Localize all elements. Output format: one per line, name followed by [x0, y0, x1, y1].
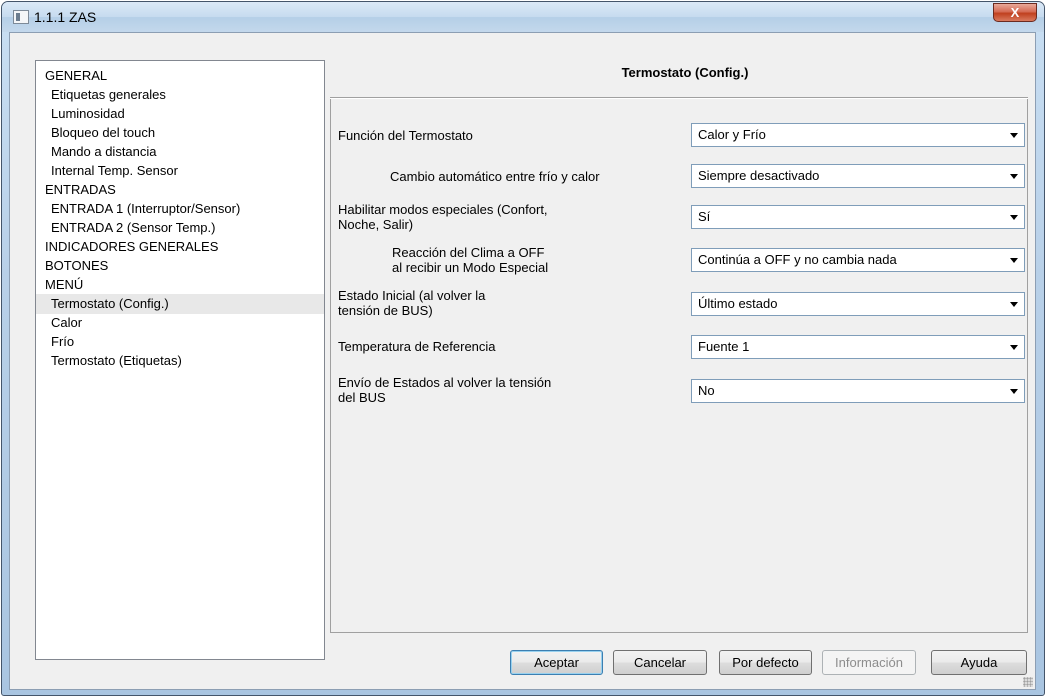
panel-title: Termostato (Config.): [621, 65, 749, 80]
param-label-envio-estados: Envío de Estados al volver la tensión de…: [338, 375, 552, 405]
select-reaccion-clima[interactable]: Continúa a OFF y no cambia nada: [691, 248, 1025, 272]
select-value: Último estado: [698, 296, 778, 311]
select-value: Continúa a OFF y no cambia nada: [698, 252, 897, 267]
select-modos-especiales[interactable]: Sí: [691, 205, 1025, 229]
help-button[interactable]: Ayuda: [931, 650, 1027, 675]
parameter-tree[interactable]: GENERAL Etiquetas generales Luminosidad …: [35, 60, 325, 660]
tree-item-entradas[interactable]: ENTRADAS: [36, 180, 324, 200]
tree-item-luminosidad[interactable]: Luminosidad: [36, 104, 324, 124]
tree-item-entrada-2[interactable]: ENTRADA 2 (Sensor Temp.): [36, 218, 324, 238]
tree-item-bloqueo-touch[interactable]: Bloqueo del touch: [36, 123, 324, 143]
tree-item-termostato-config[interactable]: Termostato (Config.): [36, 294, 324, 314]
dropdown-arrow-icon[interactable]: [1010, 302, 1018, 307]
dropdown-arrow-icon[interactable]: [1010, 345, 1018, 350]
select-estado-inicial[interactable]: Último estado: [691, 292, 1025, 316]
tree-item-indicadores-generales[interactable]: INDICADORES GENERALES: [36, 237, 324, 257]
dialog-client-area: GENERAL Etiquetas generales Luminosidad …: [9, 32, 1036, 690]
cancel-button[interactable]: Cancelar: [613, 650, 707, 675]
info-button: Información: [822, 650, 916, 675]
dropdown-arrow-icon[interactable]: [1010, 133, 1018, 138]
title-bar[interactable]: 1.1.1 ZAS X: [2, 2, 1044, 32]
select-value: Calor y Frío: [698, 127, 766, 142]
select-envio-estados[interactable]: No: [691, 379, 1025, 403]
window-title: 1.1.1 ZAS: [34, 9, 97, 25]
tree-item-botones[interactable]: BOTONES: [36, 256, 324, 276]
defaults-button[interactable]: Por defecto: [719, 650, 812, 675]
select-value: No: [698, 383, 715, 398]
dialog-window: 1.1.1 ZAS X GENERAL Etiquetas generales …: [1, 1, 1045, 696]
app-icon: [13, 10, 29, 24]
select-value: Fuente 1: [698, 339, 750, 354]
tree-item-menu[interactable]: MENÚ: [36, 275, 324, 295]
param-label-estado-inicial: Estado Inicial (al volver la tensión de …: [338, 288, 486, 318]
select-temperatura-referencia[interactable]: Fuente 1: [691, 335, 1025, 359]
tree-item-general[interactable]: GENERAL: [36, 66, 324, 86]
tree-item-mando-distancia[interactable]: Mando a distancia: [36, 142, 324, 162]
param-label-funcion-termostato: Función del Termostato: [338, 128, 473, 143]
resize-grip-icon[interactable]: [1023, 677, 1033, 687]
select-value: Siempre desactivado: [698, 168, 820, 183]
select-cambio-automatico[interactable]: Siempre desactivado: [691, 164, 1025, 188]
parameter-panel: Función del Termostato Calor y Frío Camb…: [330, 99, 1028, 633]
tree-item-internal-temp-sensor[interactable]: Internal Temp. Sensor: [36, 161, 324, 181]
tree-item-termostato-etiquetas[interactable]: Termostato (Etiquetas): [36, 351, 324, 371]
dropdown-arrow-icon[interactable]: [1010, 389, 1018, 394]
dropdown-arrow-icon[interactable]: [1010, 174, 1018, 179]
tree-item-frio[interactable]: Frío: [36, 332, 324, 352]
dropdown-arrow-icon[interactable]: [1010, 258, 1018, 263]
accept-button[interactable]: Aceptar: [510, 650, 603, 675]
dropdown-arrow-icon[interactable]: [1010, 215, 1018, 220]
tree-item-calor[interactable]: Calor: [36, 313, 324, 333]
param-label-modos-especiales: Habilitar modos especiales (Confort, Noc…: [338, 202, 548, 232]
param-label-cambio-automatico: Cambio automático entre frío y calor: [390, 169, 600, 184]
close-button[interactable]: X: [993, 3, 1037, 22]
param-label-reaccion-clima: Reacción del Clima a OFF al recibir un M…: [392, 245, 549, 275]
param-label-temperatura-referencia: Temperatura de Referencia: [338, 339, 496, 354]
tree-item-entrada-1[interactable]: ENTRADA 1 (Interruptor/Sensor): [36, 199, 324, 219]
select-value: Sí: [698, 209, 711, 224]
tree-item-etiquetas-generales[interactable]: Etiquetas generales: [36, 85, 324, 105]
select-funcion-termostato[interactable]: Calor y Frío: [691, 123, 1025, 147]
